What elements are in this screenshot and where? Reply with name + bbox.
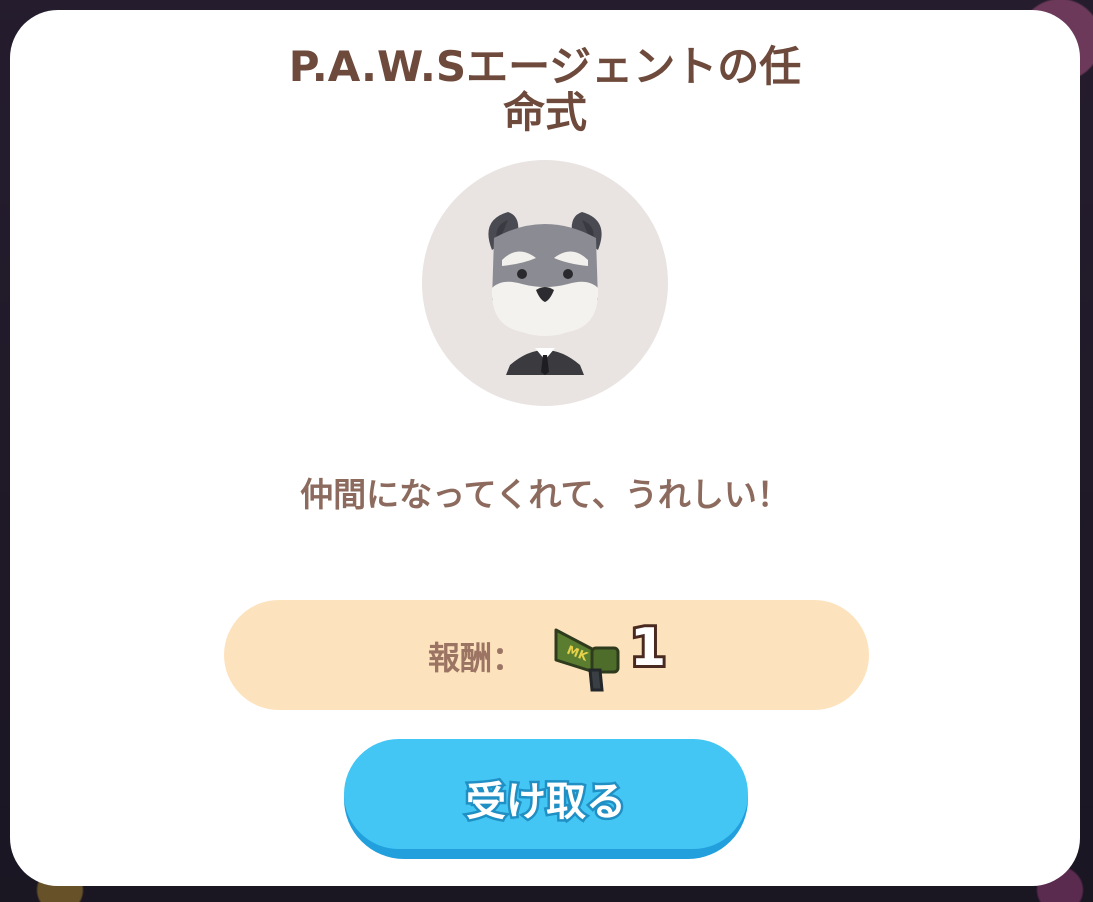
schnauzer-icon: [488, 212, 602, 375]
receive-button-label: 受け取る: [464, 777, 629, 828]
dialog-message: 仲間になってくれて、うれしい！: [300, 475, 790, 514]
appointment-dialog: P.A.W.Sエージェントの任 命式 仲間になってくれて、うれしい！ 報酬： M…: [10, 10, 1080, 886]
dialog-title-line1: P.A.W.Sエージェントの任: [288, 42, 802, 91]
receive-button[interactable]: 受け取る: [344, 739, 748, 859]
reward-label: 報酬：: [428, 639, 525, 677]
schnauzer-agent-avatar: [422, 160, 668, 406]
reward-count: 1: [627, 615, 669, 681]
receive-button-face[interactable]: 受け取る: [344, 739, 748, 849]
reward-banner: 報酬： MK 1: [224, 600, 869, 710]
megaphone-icon: MK: [550, 620, 626, 696]
dialog-title: P.A.W.Sエージェントの任 命式: [10, 44, 1080, 136]
dialog-title-line2: 命式: [502, 88, 587, 137]
